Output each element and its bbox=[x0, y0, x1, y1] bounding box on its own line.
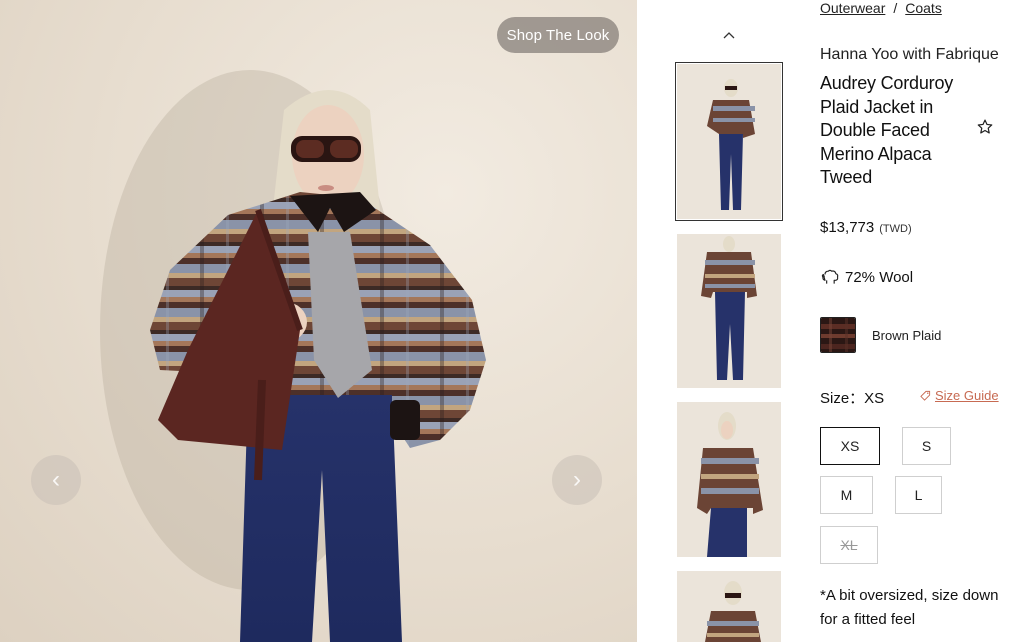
product-price: $13,773 (TWD) bbox=[820, 219, 912, 236]
thumbnail-2[interactable] bbox=[677, 234, 781, 388]
chevron-right-icon: › bbox=[573, 466, 581, 493]
thumbnail-column bbox=[637, 0, 817, 642]
previous-image-button[interactable]: ‹ bbox=[31, 455, 81, 505]
sheep-icon bbox=[821, 269, 839, 284]
thumbnail-3[interactable] bbox=[677, 402, 781, 557]
next-image-button[interactable]: › bbox=[552, 455, 602, 505]
product-info-panel: Outerwear / Coats Hanna Yoo with Fabrique … bbox=[820, 0, 1024, 642]
star-icon[interactable] bbox=[976, 118, 994, 136]
shop-the-look-button[interactable]: Shop The Look bbox=[497, 17, 619, 53]
breadcrumb-outerwear[interactable]: Outerwear bbox=[820, 0, 885, 16]
size-option-m[interactable]: M bbox=[820, 476, 873, 514]
main-product-image[interactable]: Shop The Look ‹ › bbox=[0, 0, 637, 642]
size-guide-label: Size Guide bbox=[935, 388, 999, 403]
tag-icon bbox=[920, 390, 931, 401]
thumbnail-4[interactable] bbox=[677, 571, 781, 642]
thumbnail-image bbox=[677, 64, 781, 219]
chevron-up-icon[interactable] bbox=[721, 28, 737, 44]
price-value: $13,773 bbox=[820, 219, 875, 236]
product-title: Audrey Corduroy Plaid Jacket in Double F… bbox=[820, 73, 954, 187]
fit-note: *A bit oversized, size down for a fitted… bbox=[820, 587, 999, 628]
breadcrumb-separator: / bbox=[893, 0, 898, 16]
thumbnail-image bbox=[677, 234, 781, 388]
breadcrumb-coats[interactable]: Coats bbox=[905, 0, 942, 16]
thumbnail-1[interactable] bbox=[675, 62, 783, 221]
size-option-l[interactable]: L bbox=[895, 476, 942, 514]
selected-size-label: Size：XS bbox=[820, 390, 885, 407]
material-text: 72% Wool bbox=[845, 268, 914, 286]
breadcrumb: Outerwear / Coats bbox=[820, 0, 942, 16]
model-photo bbox=[100, 70, 486, 642]
price-currency: (TWD) bbox=[879, 223, 912, 235]
chevron-left-icon: ‹ bbox=[52, 466, 60, 493]
swatch-image bbox=[821, 318, 855, 352]
size-option-xs[interactable]: XS bbox=[820, 427, 880, 465]
size-guide-link[interactable]: Size Guide bbox=[920, 388, 999, 403]
color-swatch-brown-plaid[interactable] bbox=[820, 317, 856, 353]
thumbnail-image bbox=[677, 571, 781, 642]
size-option-s[interactable]: S bbox=[902, 427, 951, 465]
material-info: 72% Wool bbox=[820, 266, 913, 288]
brand-name[interactable]: Hanna Yoo with Fabrique bbox=[820, 46, 999, 64]
color-name: Brown Plaid bbox=[872, 328, 942, 343]
size-option-xl[interactable]: XL bbox=[820, 526, 878, 564]
thumbnail-image bbox=[677, 402, 781, 557]
